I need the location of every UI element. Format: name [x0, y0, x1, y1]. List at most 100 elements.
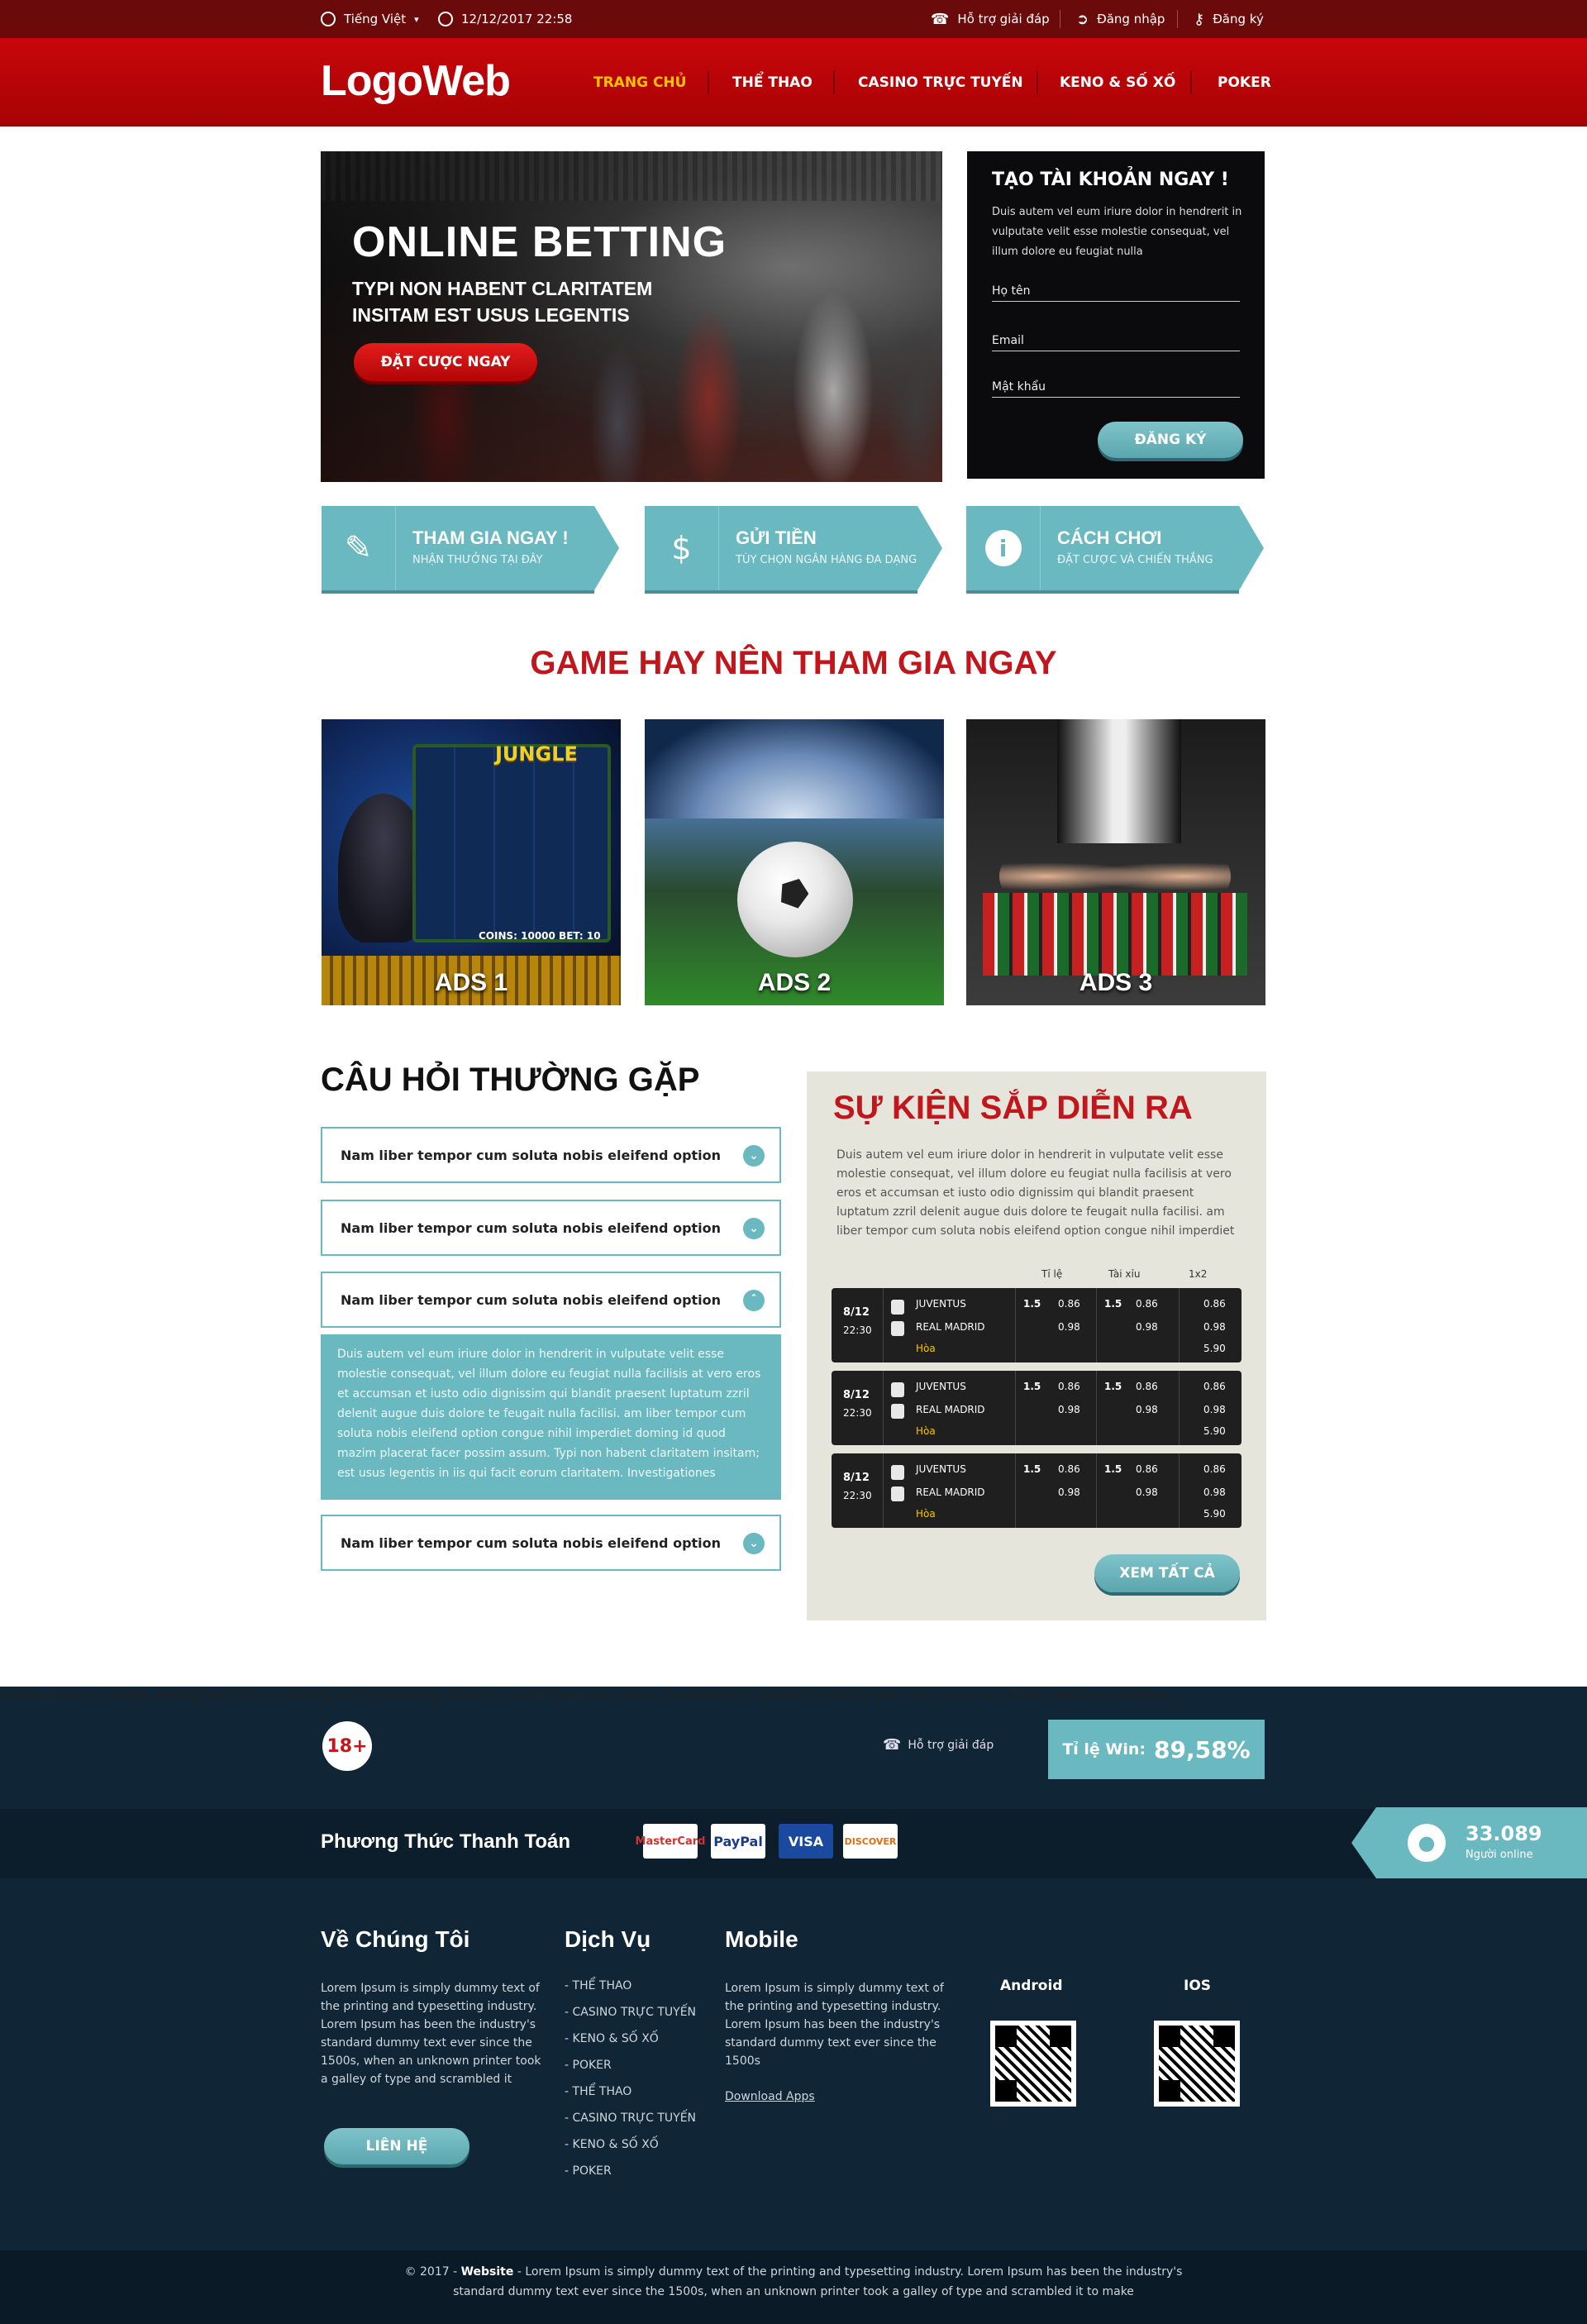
- hero-banner: ONLINE BETTING TYPI NON HABENT CLARITATE…: [321, 151, 942, 482]
- handicap-line: 1.5: [1023, 1463, 1041, 1475]
- ad-3[interactable]: ADS 3: [966, 719, 1265, 1005]
- nav-divider: [833, 71, 835, 94]
- download-apps-link[interactable]: Download Apps: [725, 2088, 815, 2106]
- match-row[interactable]: 8/12 22:30 JUVENTUS REAL MADRID Hòa 1.5 0.86 0.…: [832, 1453, 1241, 1528]
- contact-button[interactable]: LIÊN HỆ: [324, 2128, 469, 2164]
- odd[interactable]: 0.86: [1058, 1381, 1080, 1392]
- service-link[interactable]: - THỂ THAO: [565, 2085, 631, 2098]
- bet-now-button[interactable]: ĐẶT CƯỢC NGAY: [354, 343, 537, 381]
- register-link[interactable]: ⚷ Đăng ký: [1194, 0, 1264, 38]
- odd[interactable]: 0.86: [1136, 1298, 1158, 1310]
- service-link[interactable]: - CASINO TRỰC TUYẾN: [565, 2006, 696, 2019]
- copyright-site[interactable]: Website: [461, 2265, 514, 2279]
- ad-2[interactable]: ADS 2: [645, 719, 944, 1005]
- ios-qr-code[interactable]: [1154, 2021, 1240, 2107]
- match-date: 8/12: [843, 1472, 870, 1484]
- top-bar: Tiếng Việt ▾ 12/12/2017 22:58 ☎ Hỗ trợ g…: [0, 0, 1587, 38]
- copyright-prefix: © 2017 -: [404, 2265, 461, 2279]
- ad-1[interactable]: JUNGLE COINS: 10000 BET: 10 ADS 1: [322, 719, 621, 1005]
- nav-casino[interactable]: CASINO TRỰC TUYẾN: [858, 38, 1023, 126]
- odd[interactable]: 0.86: [1136, 1381, 1158, 1392]
- view-all-button[interactable]: XEM TẤT CẢ: [1094, 1554, 1240, 1592]
- odd[interactable]: 0.98: [1058, 1487, 1080, 1498]
- odd[interactable]: 0.86: [1203, 1381, 1226, 1392]
- service-link[interactable]: - CASINO TRỰC TUYẾN: [565, 2112, 696, 2125]
- support-link[interactable]: ☎ Hỗ trợ giải đáp: [931, 0, 1050, 38]
- odd[interactable]: 5.90: [1203, 1425, 1226, 1437]
- feature-join[interactable]: ✎ THAM GIA NGAY ! NHẬN THƯỞNG TẠI ĐÂY: [322, 506, 619, 590]
- odd[interactable]: 0.86: [1058, 1463, 1080, 1475]
- mobile-text: Lorem Ipsum is simply dummy text of the …: [725, 1982, 944, 2068]
- team-logo-away: [891, 1404, 904, 1419]
- service-link[interactable]: - POKER: [565, 2164, 612, 2178]
- footer-support-link[interactable]: ☎ Hỗ trợ giải đáp: [883, 1736, 994, 1754]
- service-link[interactable]: - THỂ THAO: [565, 1979, 631, 1992]
- feature-deposit[interactable]: $ GỬI TIỀN TÙY CHỌN NGÂN HÀNG ĐA DẠNG: [645, 506, 942, 590]
- faq-item[interactable]: Nam liber tempor cum soluta nobis eleife…: [321, 1200, 781, 1256]
- odd[interactable]: 0.98: [1058, 1404, 1080, 1415]
- service-link[interactable]: - POKER: [565, 2059, 612, 2072]
- login-link[interactable]: ➲ Đăng nhập: [1076, 0, 1165, 38]
- logo[interactable]: LogoWeb: [321, 56, 511, 106]
- register-button[interactable]: ĐĂNG KÝ: [1098, 422, 1243, 458]
- odd[interactable]: 0.86: [1203, 1463, 1226, 1475]
- header-over-under: Tài xỉu: [1108, 1268, 1141, 1280]
- column-divider: [1179, 1453, 1180, 1528]
- chevron-down-icon[interactable]: ⌄: [743, 1218, 765, 1239]
- ou-line: 1.5: [1104, 1381, 1122, 1392]
- bullet-dash: -: [565, 2059, 573, 2072]
- faq-item[interactable]: Nam liber tempor cum soluta nobis eleife…: [321, 1515, 781, 1571]
- odd[interactable]: 0.98: [1136, 1487, 1158, 1498]
- android-qr-code[interactable]: [990, 2021, 1076, 2107]
- header-handicap: Tỉ lệ: [1041, 1268, 1063, 1280]
- team-logo-home: [891, 1465, 904, 1480]
- service-link[interactable]: - KENO & SỐ XỐ: [565, 2138, 659, 2151]
- chevron-down-icon[interactable]: ⌄: [743, 1145, 765, 1167]
- odd[interactable]: 0.98: [1058, 1321, 1080, 1333]
- copyright-text: - Lorem Ipsum is simply dummy text of th…: [453, 2265, 1183, 2298]
- odd[interactable]: 0.98: [1203, 1487, 1226, 1498]
- hero-subtitle: TYPI NON HABENT CLARITATEM INSITAM EST U…: [352, 278, 653, 326]
- odd[interactable]: 5.90: [1203, 1508, 1226, 1520]
- chevron-up-icon[interactable]: ˆ: [743, 1290, 765, 1311]
- suit-image: [1057, 719, 1181, 843]
- money-icon: $: [645, 506, 719, 590]
- language-label: Tiếng Việt: [344, 12, 407, 26]
- name-placeholder: Họ tên: [992, 284, 1031, 298]
- faq-answer: Duis autem vel eum iriure dolor in hendr…: [321, 1334, 781, 1500]
- password-field[interactable]: Mật khẩu: [992, 373, 1240, 398]
- feature-howto[interactable]: i CÁCH CHƠI ĐẶT CƯỢC VÀ CHIẾN THẮNG: [966, 506, 1264, 590]
- odd[interactable]: 0.98: [1136, 1321, 1158, 1333]
- service-label: KENO & SỐ XỐ: [572, 2138, 659, 2151]
- odd[interactable]: 5.90: [1203, 1343, 1226, 1354]
- language-selector[interactable]: Tiếng Việt ▾: [321, 0, 419, 38]
- match-row[interactable]: 8/12 22:30 JUVENTUS REAL MADRID Hòa 1.5 0.86 0.…: [832, 1288, 1241, 1362]
- chevron-down-icon[interactable]: ⌄: [743, 1533, 765, 1554]
- faq-item[interactable]: Nam liber tempor cum soluta nobis eleife…: [321, 1127, 781, 1183]
- nav-home[interactable]: TRANG CHỦ: [593, 38, 686, 126]
- nav-poker[interactable]: POKER: [1218, 38, 1271, 126]
- nav-sports[interactable]: THỂ THAO: [732, 38, 813, 126]
- odd[interactable]: 0.86: [1203, 1298, 1226, 1310]
- feature-title: THAM GIA NGAY !: [412, 527, 569, 548]
- odd[interactable]: 0.86: [1136, 1463, 1158, 1475]
- faq-item-open[interactable]: Nam liber tempor cum soluta nobis eleife…: [321, 1272, 781, 1328]
- match-row[interactable]: 8/12 22:30 JUVENTUS REAL MADRID Hòa 1.5 0.86 0.…: [832, 1371, 1241, 1445]
- feature-title: CÁCH CHƠI: [1057, 527, 1162, 548]
- email-field[interactable]: Email: [992, 327, 1240, 351]
- headset-icon: ☎: [931, 10, 950, 28]
- page: Tiếng Việt ▾ 12/12/2017 22:58 ☎ Hỗ trợ g…: [0, 0, 1587, 2324]
- name-field[interactable]: Họ tên: [992, 277, 1240, 302]
- odd[interactable]: 0.98: [1136, 1404, 1158, 1415]
- odd[interactable]: 0.98: [1203, 1404, 1226, 1415]
- service-link[interactable]: - KENO & SỐ XỐ: [565, 2032, 659, 2045]
- datetime-label: 12/12/2017 22:58: [461, 12, 573, 26]
- services-title: Dịch Vụ: [565, 1926, 651, 1952]
- nav-keno[interactable]: KENO & SỐ XỐ: [1060, 38, 1175, 126]
- chevron-down-icon: ▾: [414, 13, 419, 25]
- odd[interactable]: 0.86: [1058, 1298, 1080, 1310]
- odd[interactable]: 0.98: [1203, 1321, 1226, 1333]
- service-label: THỂ THAO: [572, 2085, 632, 2098]
- visa-logo: VISA: [779, 1824, 833, 1859]
- column-divider: [883, 1371, 884, 1445]
